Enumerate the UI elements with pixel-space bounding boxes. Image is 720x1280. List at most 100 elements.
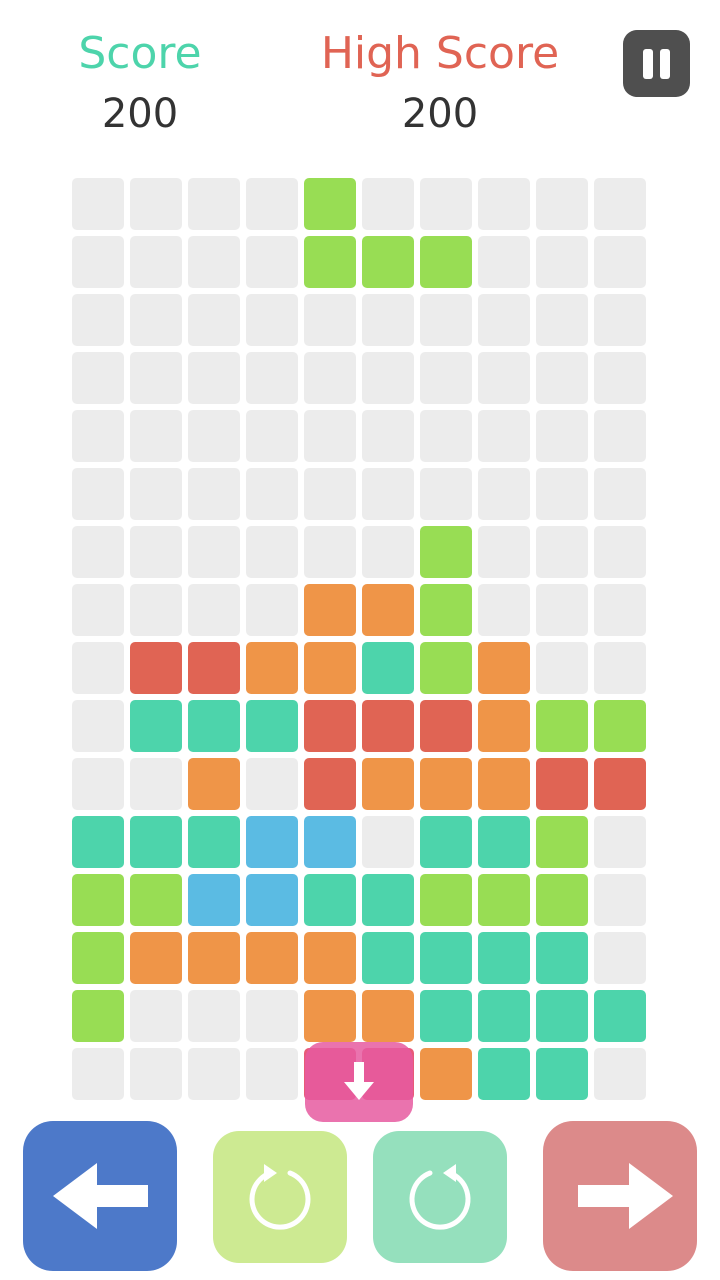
board-cell-empty <box>594 526 646 578</box>
board-cell-block <box>188 642 240 694</box>
board-cell-empty <box>478 352 530 404</box>
board-cell-block <box>362 758 414 810</box>
board-cell-block <box>188 700 240 752</box>
board-cell-empty <box>246 352 298 404</box>
board-cell-block <box>420 700 472 752</box>
board-cell-block <box>188 932 240 984</box>
board-cell-empty <box>130 294 182 346</box>
board-cell-empty <box>594 468 646 520</box>
board-cell-empty <box>72 410 124 462</box>
board-cell-empty <box>72 178 124 230</box>
rotate-left-button[interactable] <box>213 1131 347 1263</box>
board-cell-empty <box>420 294 472 346</box>
board-cell-empty <box>188 1048 240 1100</box>
board-cell-empty <box>72 468 124 520</box>
board-cell-block <box>536 1048 588 1100</box>
board-cell-empty <box>188 526 240 578</box>
board-cell-block <box>362 642 414 694</box>
board-cell-block <box>188 874 240 926</box>
board-cell-empty <box>536 526 588 578</box>
drop-button[interactable] <box>305 1042 413 1122</box>
pause-bar-right <box>660 49 670 79</box>
board-cell-block <box>304 700 356 752</box>
board-cell-empty <box>594 1048 646 1100</box>
board-cell-empty <box>420 468 472 520</box>
board-cell-empty <box>362 526 414 578</box>
board-cell-block <box>420 816 472 868</box>
board-cell-block <box>362 874 414 926</box>
board-cell-empty <box>72 1048 124 1100</box>
board-cell-empty <box>594 410 646 462</box>
high-score-panel: High Score 200 <box>320 26 560 144</box>
board-cell-empty <box>594 178 646 230</box>
board-cell-empty <box>130 1048 182 1100</box>
board-cell-empty <box>188 990 240 1042</box>
board-cell-empty <box>304 410 356 462</box>
arrow-down-icon <box>344 1062 374 1100</box>
board-cell-block <box>72 816 124 868</box>
board-cell-empty <box>304 352 356 404</box>
move-left-button[interactable] <box>23 1121 177 1271</box>
board-cell-empty <box>362 468 414 520</box>
board-cell-empty <box>478 178 530 230</box>
board-cell-block <box>478 642 530 694</box>
board-cell-block <box>246 816 298 868</box>
board-cell-empty <box>478 294 530 346</box>
board-cell-empty <box>420 410 472 462</box>
board-cell-block <box>304 816 356 868</box>
board-cell-empty <box>130 352 182 404</box>
board-cell-block <box>594 990 646 1042</box>
board-cell-block <box>536 816 588 868</box>
rotate-clockwise-icon <box>409 1164 471 1230</box>
board-cell-block <box>304 236 356 288</box>
board-cell-empty <box>188 236 240 288</box>
board-cell-block <box>188 758 240 810</box>
board-cell-empty <box>130 410 182 462</box>
tetris-game-screen: Score 200 High Score 200 <box>0 0 720 1280</box>
board-cell-empty <box>594 352 646 404</box>
board-cell-empty <box>72 236 124 288</box>
board-cell-block <box>130 816 182 868</box>
board-cell-empty <box>362 294 414 346</box>
board-cell-block <box>594 700 646 752</box>
board-cell-block <box>72 932 124 984</box>
board-cell-empty <box>536 178 588 230</box>
board-cell-empty <box>188 584 240 636</box>
board-cell-empty <box>304 294 356 346</box>
board-cell-empty <box>478 410 530 462</box>
board-cell-empty <box>304 526 356 578</box>
rotate-right-button[interactable] <box>373 1131 507 1263</box>
board-cell-block <box>72 990 124 1042</box>
board-cell-empty <box>130 526 182 578</box>
board-cell-empty <box>246 410 298 462</box>
board-cell-block <box>304 642 356 694</box>
board-cell-empty <box>246 584 298 636</box>
board-cell-empty <box>188 178 240 230</box>
board-cell-empty <box>420 178 472 230</box>
pause-button[interactable] <box>623 30 690 97</box>
score-header: Score 200 High Score 200 <box>0 0 720 160</box>
board-cell-empty <box>362 178 414 230</box>
board-cell-block <box>478 816 530 868</box>
board-cell-empty <box>594 642 646 694</box>
board-cell-empty <box>304 468 356 520</box>
board-cell-empty <box>72 700 124 752</box>
board-cell-empty <box>536 410 588 462</box>
board-cell-empty <box>536 294 588 346</box>
rotate-counterclockwise-icon <box>249 1164 311 1230</box>
board-cell-empty <box>594 236 646 288</box>
board-cell-empty <box>188 352 240 404</box>
board-cell-empty <box>130 584 182 636</box>
score-label: Score <box>78 28 202 79</box>
move-right-button[interactable] <box>543 1121 697 1271</box>
board-cell-block <box>304 178 356 230</box>
board-cell-block <box>304 584 356 636</box>
board-cell-block <box>72 874 124 926</box>
board-cell-empty <box>362 410 414 462</box>
board-cell-empty <box>362 352 414 404</box>
board-cell-block <box>362 700 414 752</box>
board-cell-block <box>420 1048 472 1100</box>
board-cell-block <box>478 874 530 926</box>
board-cell-empty <box>246 468 298 520</box>
board-cell-empty <box>130 758 182 810</box>
